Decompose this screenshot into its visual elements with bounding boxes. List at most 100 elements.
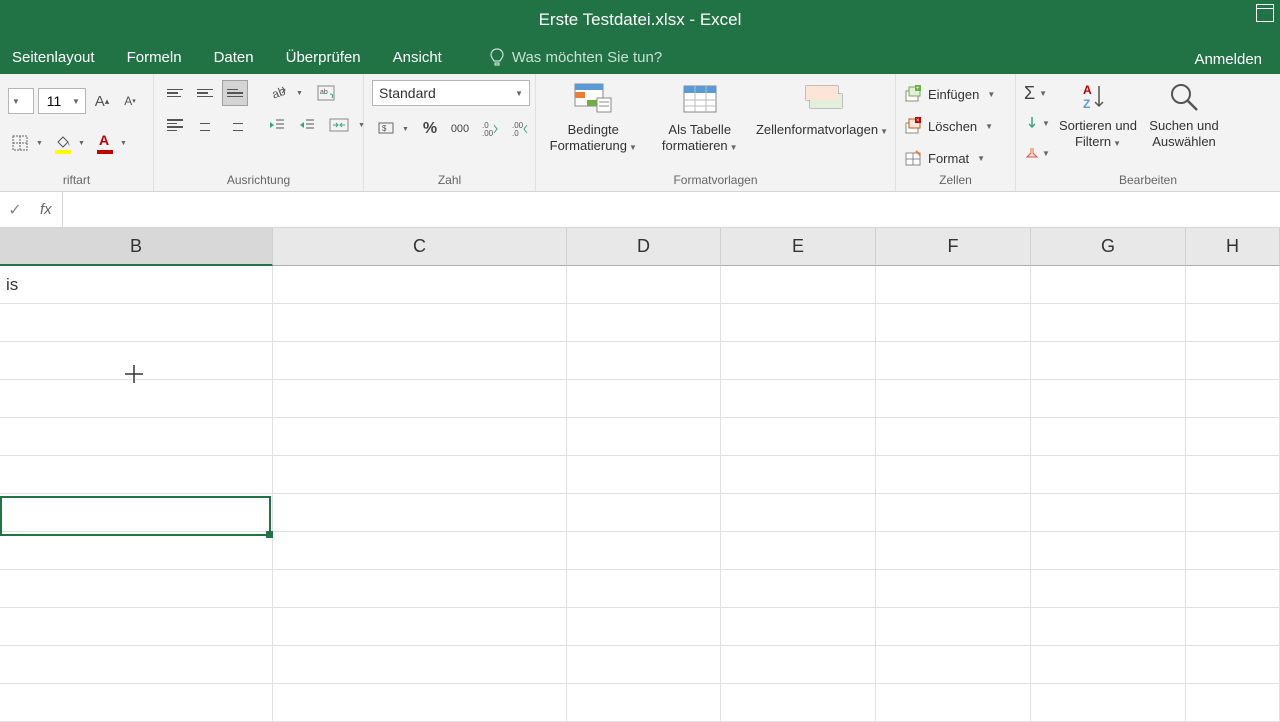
cell[interactable] (721, 646, 876, 684)
cell[interactable] (1186, 342, 1280, 380)
column-header-C[interactable]: C (273, 228, 567, 266)
cell[interactable] (273, 304, 567, 342)
cell[interactable] (273, 646, 567, 684)
align-left-button[interactable] (162, 112, 188, 138)
cell[interactable] (876, 418, 1031, 456)
cell[interactable] (567, 570, 721, 608)
cell[interactable] (1186, 684, 1280, 722)
formula-input[interactable] (62, 192, 1280, 227)
cell-styles-button[interactable]: Zellenformatvorlagen▼ (757, 80, 887, 138)
align-top-button[interactable] (162, 80, 188, 106)
cell[interactable] (876, 266, 1031, 304)
cell[interactable] (273, 608, 567, 646)
cell[interactable] (273, 380, 567, 418)
insert-cells-button[interactable]: + Einfügen▼ (904, 80, 995, 108)
column-header-E[interactable]: E (721, 228, 876, 266)
accounting-dropdown[interactable]: ▼ (402, 116, 414, 142)
cell[interactable] (1031, 418, 1186, 456)
cell[interactable] (876, 532, 1031, 570)
sign-in-link[interactable]: Anmelden (1184, 45, 1272, 74)
cell[interactable] (567, 684, 721, 722)
window-controls[interactable] (1256, 4, 1274, 27)
tab-page-layout[interactable]: Seitenlayout (8, 43, 99, 72)
cell[interactable] (1186, 418, 1280, 456)
font-family-combo[interactable]: ▼ (8, 88, 34, 114)
cell[interactable] (0, 532, 273, 570)
cell[interactable] (721, 608, 876, 646)
cell[interactable] (1186, 570, 1280, 608)
cell[interactable] (721, 532, 876, 570)
fill-button[interactable]: ▼ (1024, 110, 1052, 136)
cell[interactable] (273, 266, 567, 304)
cell[interactable] (567, 342, 721, 380)
cell[interactable] (721, 418, 876, 456)
cell[interactable] (876, 570, 1031, 608)
delete-cells-button[interactable]: × Löschen▼ (904, 112, 993, 140)
autosum-button[interactable]: Σ▼ (1024, 80, 1052, 106)
cell[interactable] (273, 456, 567, 494)
font-color-button[interactable]: A (94, 132, 116, 154)
cell[interactable] (567, 646, 721, 684)
spreadsheet-grid[interactable]: BCDEFGH is (0, 228, 1280, 720)
cell[interactable] (0, 456, 273, 494)
cell[interactable] (1031, 304, 1186, 342)
cell[interactable] (0, 304, 273, 342)
cell[interactable] (1186, 456, 1280, 494)
cell[interactable] (1031, 646, 1186, 684)
cell[interactable] (1031, 266, 1186, 304)
fill-color-button[interactable] (52, 132, 74, 154)
cell[interactable] (567, 266, 721, 304)
cell[interactable] (0, 570, 273, 608)
cell[interactable] (721, 304, 876, 342)
comma-style-button[interactable]: 000 (446, 116, 474, 142)
tab-formulas[interactable]: Formeln (123, 43, 186, 72)
merge-center-button[interactable] (324, 112, 354, 138)
increase-font-button[interactable]: A▴ (90, 88, 114, 114)
conditional-formatting-button[interactable]: Bedingte Formatierung▼ (544, 80, 643, 153)
cell[interactable] (0, 646, 273, 684)
percent-button[interactable]: % (416, 116, 444, 142)
cell[interactable] (1031, 532, 1186, 570)
tell-me-search[interactable]: Was möchten Sie tun? (490, 48, 662, 66)
cell[interactable] (0, 608, 273, 646)
wrap-text-button[interactable]: ab (312, 80, 342, 106)
cell[interactable] (876, 380, 1031, 418)
cell[interactable] (1186, 304, 1280, 342)
cell[interactable] (1186, 532, 1280, 570)
format-cells-button[interactable]: Format▼ (904, 144, 985, 172)
font-size-input[interactable] (39, 93, 69, 109)
sort-filter-button[interactable]: AZ Sortieren und Filtern▼ (1058, 80, 1138, 149)
cell[interactable] (567, 494, 721, 532)
cell[interactable] (721, 266, 876, 304)
tab-view[interactable]: Ansicht (389, 43, 446, 72)
column-header-F[interactable]: F (876, 228, 1031, 266)
cell[interactable] (876, 342, 1031, 380)
cell[interactable] (721, 494, 876, 532)
font-size-combo[interactable]: ▼ (38, 88, 86, 114)
cell[interactable] (0, 684, 273, 722)
cell[interactable] (876, 456, 1031, 494)
orientation-dropdown[interactable]: ▼ (296, 90, 308, 97)
cell[interactable] (273, 418, 567, 456)
cell[interactable] (273, 342, 567, 380)
tab-review[interactable]: Überprüfen (282, 43, 365, 72)
cell[interactable] (721, 342, 876, 380)
column-header-G[interactable]: G (1031, 228, 1186, 266)
orientation-button[interactable]: ab (264, 80, 292, 106)
cell[interactable] (1031, 342, 1186, 380)
cell[interactable] (1031, 608, 1186, 646)
fx-icon[interactable]: fx (30, 201, 62, 218)
column-header-D[interactable]: D (567, 228, 721, 266)
clear-button[interactable]: ▼ (1024, 140, 1052, 166)
cell[interactable] (567, 418, 721, 456)
cell[interactable] (1186, 494, 1280, 532)
font-color-dropdown[interactable]: ▼ (120, 140, 132, 147)
cell[interactable] (721, 456, 876, 494)
number-format-combo[interactable]: Standard ▼ (372, 80, 530, 106)
accounting-format-button[interactable]: $ (372, 116, 400, 142)
cell[interactable] (876, 684, 1031, 722)
align-center-button[interactable] (192, 112, 218, 138)
cell[interactable] (721, 570, 876, 608)
cell[interactable] (1186, 266, 1280, 304)
cell[interactable] (273, 532, 567, 570)
